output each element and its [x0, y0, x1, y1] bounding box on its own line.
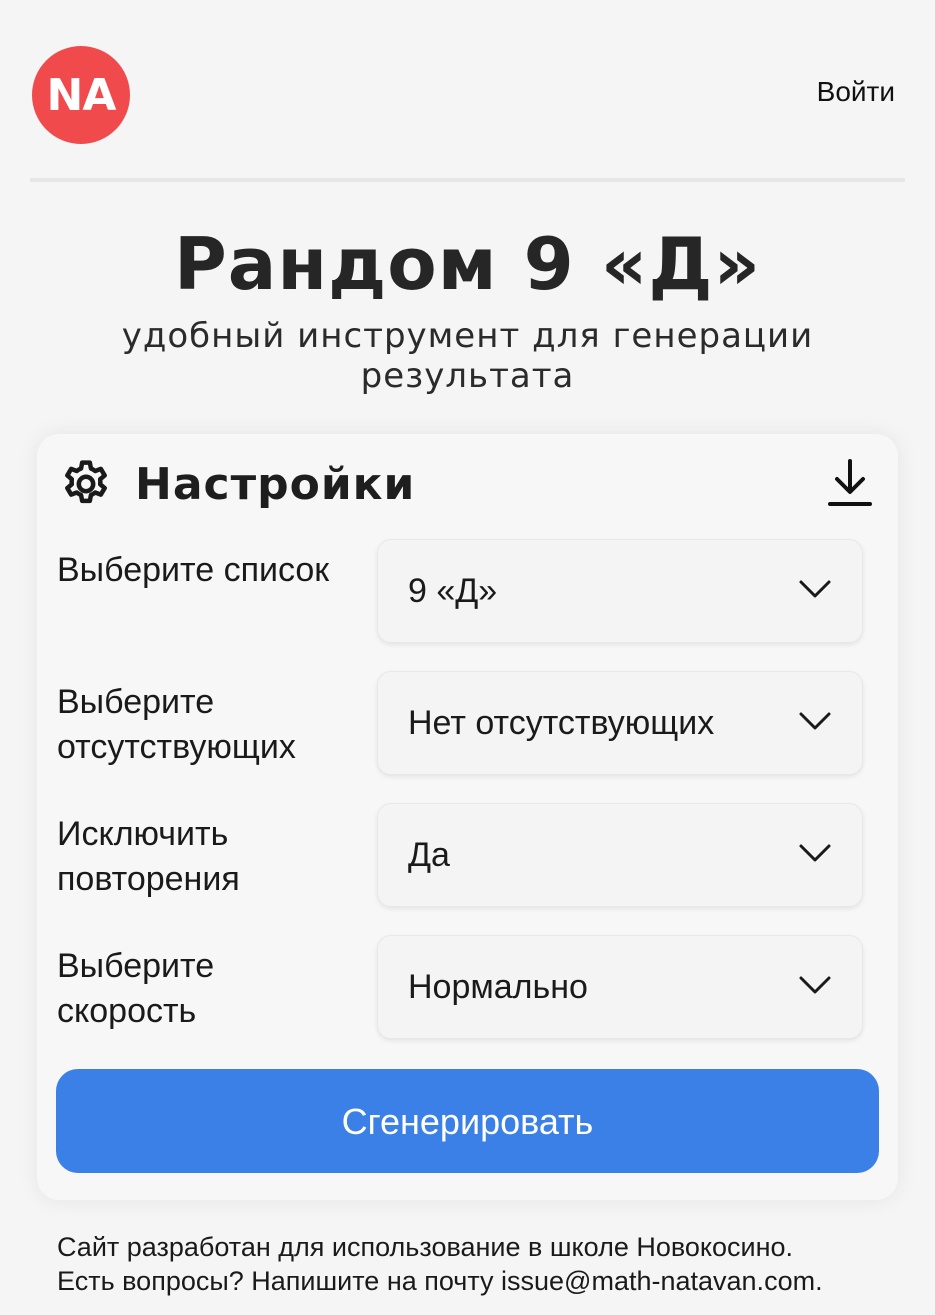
exclude-repeats-select[interactable]: Да [377, 803, 863, 907]
list-select[interactable]: 9 «Д» [377, 539, 863, 643]
exclude-repeats-select-value: Да [408, 836, 450, 874]
speed-select-value: Нормально [408, 968, 588, 1006]
chevron-down-icon [799, 844, 831, 862]
footer-text-line1: Сайт разработан для использование в школ… [57, 1232, 794, 1262]
settings-title: Настройки [135, 458, 416, 510]
footer-text-line2: Есть вопросы? Напишите на почту issue@ma… [57, 1266, 823, 1296]
list-label: Выберите список [57, 551, 330, 589]
footer: Сайт разработан для использование в школ… [57, 1230, 917, 1298]
absent-label: Выберите отсутствующих [57, 683, 296, 766]
chevron-down-icon [799, 580, 831, 598]
generate-button[interactable]: Сгенерировать [56, 1069, 879, 1173]
page-title: Рандом 9 «Д» [174, 222, 761, 306]
absent-select-value: Нет отсутствующих [408, 704, 715, 742]
absent-select[interactable]: Нет отсутствующих [377, 671, 863, 775]
download-icon[interactable] [828, 458, 872, 508]
chevron-down-icon [799, 712, 831, 730]
exclude-repeats-label: Исключить повторения [57, 815, 240, 898]
logo[interactable]: NA [32, 46, 130, 144]
settings-card: Настройки Выберите список 9 «Д» Выберите… [37, 434, 898, 1200]
list-select-value: 9 «Д» [408, 572, 498, 610]
page-subtitle: удобный инструмент для генерации результ… [121, 316, 814, 396]
page: NA Войти Рандом 9 «Д» удобный инструмент… [0, 0, 935, 1315]
login-link[interactable]: Войти [817, 76, 895, 108]
gear-icon [65, 460, 107, 504]
settings-header: Настройки [59, 454, 415, 514]
speed-label: Выберите скорость [57, 947, 215, 1030]
speed-select[interactable]: Нормально [377, 935, 863, 1039]
header: NA Войти [30, 0, 905, 182]
chevron-down-icon [799, 976, 831, 994]
